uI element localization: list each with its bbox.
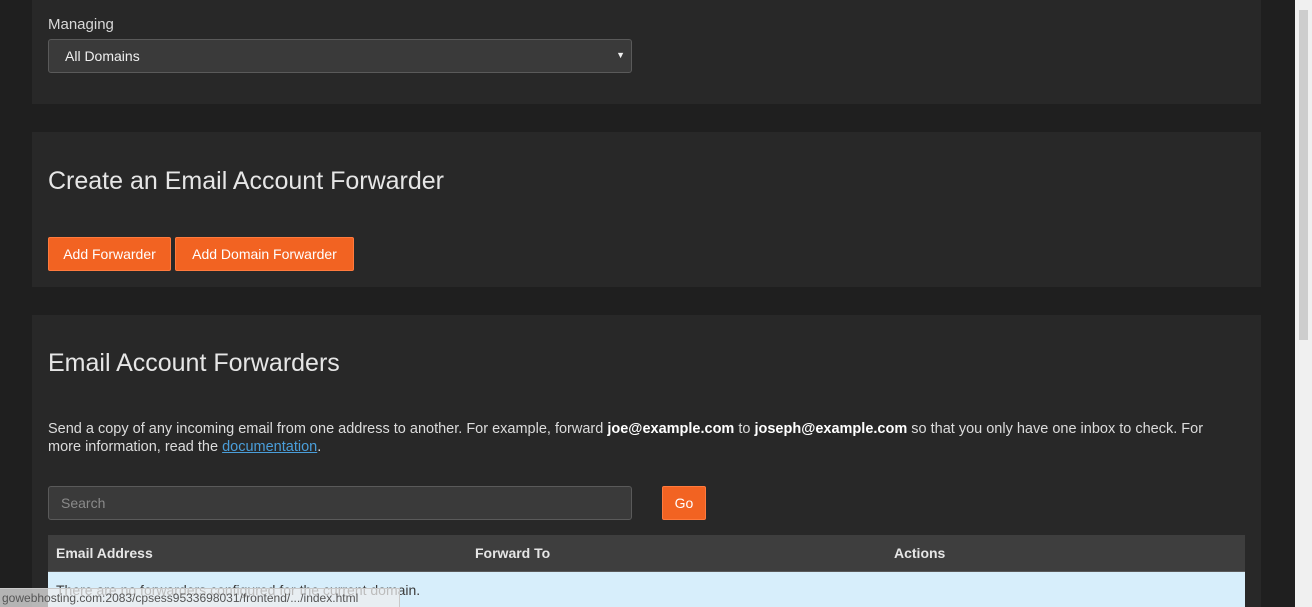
status-bar-url: gowebhosting.com:2083/cpsess9533698031/f… xyxy=(0,588,400,607)
go-button[interactable]: Go xyxy=(662,486,706,520)
add-forwarder-button[interactable]: Add Forwarder xyxy=(48,237,171,271)
description-text-1: Send a copy of any incoming email from o… xyxy=(48,421,608,437)
domain-select-value: All Domains xyxy=(65,48,140,64)
documentation-link[interactable]: documentation xyxy=(222,439,317,455)
column-header-email-address[interactable]: Email Address xyxy=(56,545,153,561)
caret-down-icon: ▼ xyxy=(616,50,625,60)
column-header-forward-to[interactable]: Forward To xyxy=(475,545,550,561)
managing-panel: Managing All Domains ▼ xyxy=(32,0,1261,104)
column-header-actions: Actions xyxy=(894,545,946,561)
search-input[interactable] xyxy=(48,486,632,520)
scrollbar-thumb[interactable] xyxy=(1299,10,1308,340)
example-from-address: joe@example.com xyxy=(607,421,735,437)
vertical-scrollbar[interactable] xyxy=(1295,0,1312,607)
description-text-4: . xyxy=(317,439,322,455)
create-forwarder-heading: Create an Email Account Forwarder xyxy=(48,167,445,195)
add-domain-forwarder-button[interactable]: Add Domain Forwarder xyxy=(175,237,354,271)
domain-select[interactable]: All Domains ▼ xyxy=(48,39,632,73)
description-text-2: to xyxy=(734,421,755,437)
forwarders-list-heading: Email Account Forwarders xyxy=(48,349,340,377)
managing-label: Managing xyxy=(48,16,114,33)
forwarders-description: Send a copy of any incoming email from o… xyxy=(48,420,1238,456)
forwarders-list-panel: Email Account Forwarders Send a copy of … xyxy=(32,315,1261,607)
table-header: Email Address Forward To Actions xyxy=(48,535,1245,572)
create-forwarder-panel: Create an Email Account Forwarder Add Fo… xyxy=(32,132,1261,287)
example-to-address: joseph@example.com xyxy=(754,421,908,437)
